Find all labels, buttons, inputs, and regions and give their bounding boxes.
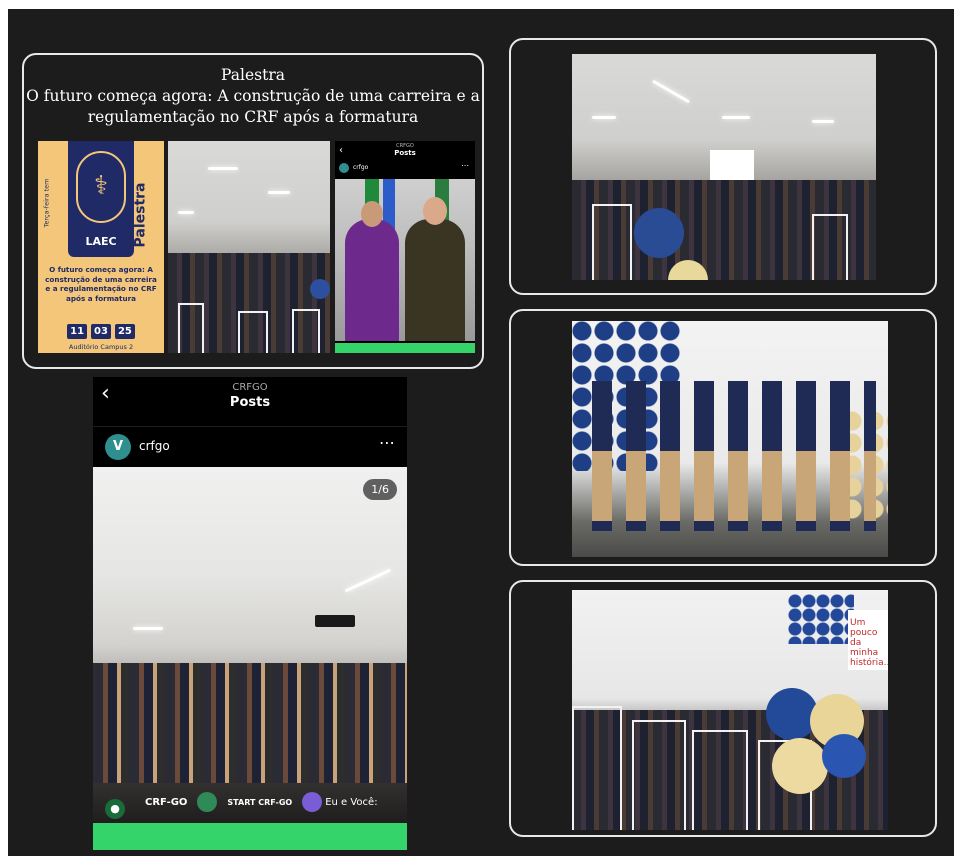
poster-brand: LAEC xyxy=(85,235,117,248)
post-user: V crfgo ⋯ xyxy=(93,427,407,467)
crowd xyxy=(93,663,407,783)
title-line-1: Palestra xyxy=(221,66,285,84)
crf-go-logo: CRF-GO xyxy=(145,796,188,808)
more-icon[interactable]: ⋯ xyxy=(379,433,395,452)
start-crf-go-logo: START CRF-GO xyxy=(227,797,293,807)
instagram-post-large: ‹ CRFGO Posts V crfgo ⋯ 1/6 CRF-GO START… xyxy=(93,377,407,850)
sponsor-logos: CRF-GO START CRF-GO Eu e Você: xyxy=(145,787,407,817)
page: Palestra O futuro começa agora: A constr… xyxy=(8,9,954,856)
auditorium-wide-photo xyxy=(572,54,876,280)
poster-year: 25 xyxy=(114,324,135,339)
post-photo xyxy=(335,179,475,341)
green-bar xyxy=(335,343,475,353)
avatar[interactable] xyxy=(339,163,349,173)
image-counter: 1/6 xyxy=(363,479,397,500)
more-icon[interactable]: ⋯ xyxy=(461,161,469,170)
posts-title: Posts xyxy=(394,149,416,157)
speakers-group-photo xyxy=(572,321,888,557)
poster-venue: Auditório Campus 2 xyxy=(68,343,134,351)
poster-day: 11 xyxy=(67,324,88,339)
photo-card-2 xyxy=(509,309,937,566)
auditorium-photo xyxy=(168,141,330,353)
slide-text: Um pouco da minha história... xyxy=(850,618,888,668)
group-photo: 1/6 CRF-GO START CRF-GO Eu e Você: xyxy=(93,467,407,823)
crfgo-avatar-icon[interactable]: V xyxy=(105,434,131,460)
photo-card-3: Um pouco da minha história... xyxy=(509,580,937,837)
eu-e-voce-logo: Eu e Você: xyxy=(302,792,378,812)
photo-card-1 xyxy=(509,38,937,295)
posts-title: Posts xyxy=(229,395,271,410)
poster-body: O futuro começa agora: A construção de u… xyxy=(45,265,157,303)
projector xyxy=(315,615,355,627)
profile-icon[interactable]: ● xyxy=(105,799,125,819)
seal-icon xyxy=(197,792,218,812)
instagram-post-small: ‹ CRFGO Posts crfgo ⋯ xyxy=(335,141,475,353)
poster-side-big: Palestra xyxy=(132,182,149,248)
poster-dates: 11 03 25 xyxy=(38,324,164,339)
account-label: CRFGO xyxy=(232,382,268,393)
event-poster: Terça-feira tem ⚕ LAEC Palestra O futuro… xyxy=(38,141,164,353)
title-line-2: O futuro começa agora: A construção de u… xyxy=(26,87,480,105)
presentation-photo: Um pouco da minha história... xyxy=(572,590,888,830)
lecture-title: Palestra O futuro começa agora: A constr… xyxy=(24,65,482,128)
poster-banner: ⚕ LAEC xyxy=(68,141,134,257)
poster-month: 03 xyxy=(91,324,111,339)
title-line-3: regulamentação no CRF após a formatura xyxy=(87,108,419,126)
username[interactable]: crfgo xyxy=(139,439,170,453)
lecture-card: Palestra O futuro começa agora: A constr… xyxy=(22,53,484,369)
post-header: ‹ CRFGO Posts xyxy=(93,377,407,427)
post-user: crfgo ⋯ xyxy=(339,161,469,175)
green-bar xyxy=(93,823,407,850)
pharmacy-cup-icon: ⚕ xyxy=(76,151,126,223)
poster-side-small: Terça-feira tem xyxy=(42,178,51,228)
username[interactable]: crfgo xyxy=(353,164,368,171)
